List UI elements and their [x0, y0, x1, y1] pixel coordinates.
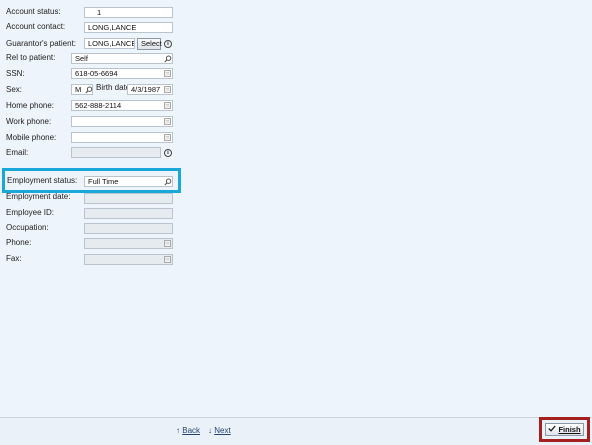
ssn-field[interactable]: 618-05-6694 — [71, 68, 173, 79]
calendar-icon[interactable] — [163, 255, 172, 264]
info-icon[interactable]: i — [164, 40, 172, 48]
fax-field[interactable] — [84, 254, 173, 265]
finish-highlight: Finish — [539, 417, 590, 442]
search-icon[interactable] — [163, 54, 172, 63]
occupation-field[interactable] — [84, 223, 173, 234]
info-icon[interactable]: i — [164, 149, 172, 157]
rel-to-patient-label: Rel to patient: — [6, 53, 56, 62]
employee-id-field[interactable] — [84, 208, 173, 219]
calendar-icon[interactable] — [163, 101, 172, 110]
email-field[interactable] — [71, 147, 161, 158]
search-icon[interactable] — [84, 85, 93, 94]
finish-button[interactable]: Finish — [545, 423, 584, 436]
guarantors-patient-field[interactable]: LONG,LANCE — [84, 38, 135, 49]
calendar-icon[interactable] — [163, 85, 172, 94]
occupation-label: Occupation: — [6, 223, 49, 232]
sex-label: Sex: — [6, 85, 23, 94]
email-label: Email: — [6, 148, 29, 157]
mobile-phone-label: Mobile phone: — [6, 133, 57, 142]
work-phone-label: Work phone: — [6, 117, 52, 126]
search-icon[interactable] — [163, 177, 172, 186]
next-link[interactable]: ↓ Next — [208, 426, 231, 435]
checkmark-icon — [548, 424, 557, 435]
employment-status-label: Employment status: — [7, 176, 78, 185]
work-phone-field[interactable] — [71, 116, 173, 127]
calendar-icon[interactable] — [163, 69, 172, 78]
account-contact-field[interactable]: LONG,LANCE — [84, 22, 173, 33]
phone-label: Phone: — [6, 238, 32, 247]
mobile-phone-field[interactable] — [71, 132, 173, 143]
account-status-label: Account status: — [6, 7, 61, 16]
home-phone-label: Home phone: — [6, 101, 55, 110]
calendar-icon[interactable] — [163, 239, 172, 248]
home-phone-field[interactable]: 562-888-2114 — [71, 100, 173, 111]
employment-date-label: Employment date: — [6, 192, 71, 201]
fax-label: Fax: — [6, 254, 22, 263]
employment-date-field[interactable] — [84, 193, 173, 204]
ssn-label: SSN: — [6, 69, 25, 78]
employment-status-field[interactable]: Full Time — [84, 176, 173, 187]
next-label: Next — [214, 426, 231, 435]
footer-bar — [0, 417, 592, 445]
account-status-field[interactable]: 1 — [84, 7, 173, 18]
rel-to-patient-field[interactable]: Self — [71, 53, 173, 64]
calendar-icon[interactable] — [163, 117, 172, 126]
calendar-icon[interactable] — [163, 133, 172, 142]
phone-field[interactable] — [84, 238, 173, 249]
guarantors-patient-label: Guarantor's patient: — [6, 39, 77, 48]
arrow-up-icon: ↑ — [176, 426, 180, 435]
account-contact-label: Account contact: — [6, 22, 66, 31]
arrow-down-icon: ↓ — [208, 426, 212, 435]
select-button[interactable]: Select — [137, 38, 162, 50]
employee-id-label: Employee ID: — [6, 208, 55, 217]
back-link[interactable]: ↑ Back — [176, 426, 200, 435]
back-label: Back — [182, 426, 201, 435]
finish-label: Finish — [558, 425, 581, 434]
